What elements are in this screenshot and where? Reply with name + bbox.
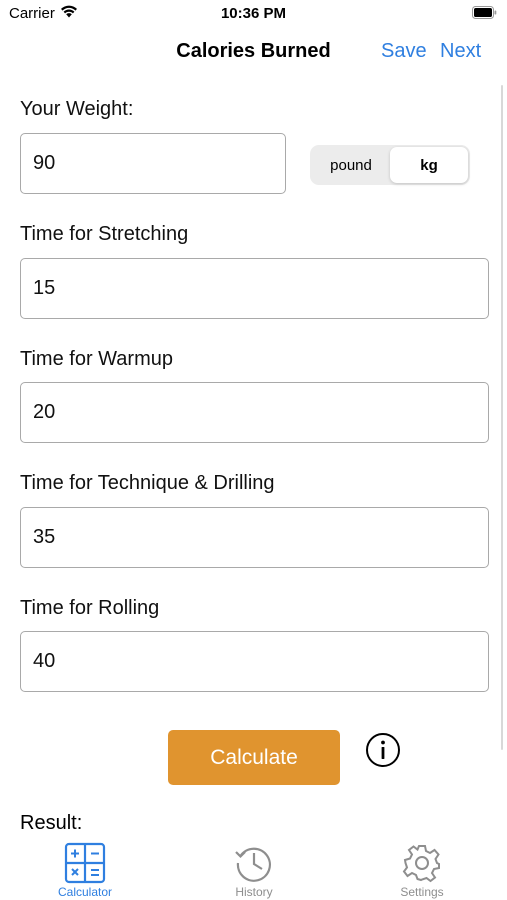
technique-drilling-time-input[interactable] bbox=[20, 507, 489, 568]
tab-history[interactable]: History bbox=[194, 838, 314, 900]
tab-calculator[interactable]: Calculator bbox=[25, 838, 145, 900]
unit-option-kg[interactable]: kg bbox=[390, 147, 468, 183]
weight-input[interactable] bbox=[20, 133, 286, 194]
scroll-indicator[interactable] bbox=[501, 85, 503, 750]
save-button[interactable]: Save bbox=[381, 40, 427, 63]
rolling-time-input[interactable] bbox=[20, 631, 489, 692]
settings-gear-icon bbox=[401, 842, 443, 884]
tab-bar: Calculator History Settings bbox=[0, 838, 507, 900]
tab-history-label: History bbox=[235, 885, 273, 899]
tab-settings-label: Settings bbox=[400, 885, 444, 899]
status-bar: Carrier 10:36 PM bbox=[0, 0, 507, 28]
status-time: 10:36 PM bbox=[220, 5, 287, 22]
next-button[interactable]: Next bbox=[440, 40, 481, 63]
technique-drilling-time-label: Time for Technique & Drilling bbox=[20, 472, 275, 494]
warmup-time-input[interactable] bbox=[20, 382, 489, 443]
stretching-time-label: Time for Stretching bbox=[20, 223, 189, 245]
calories-burned-screen: Carrier 10:36 PM Calories Burned Save Ne… bbox=[0, 0, 507, 900]
info-icon[interactable] bbox=[365, 732, 401, 768]
result-label: Result: bbox=[20, 812, 83, 834]
unit-segmented-control[interactable]: pound kg bbox=[310, 145, 470, 185]
stretching-time-input[interactable] bbox=[20, 258, 489, 319]
rolling-time-label: Time for Rolling bbox=[20, 597, 160, 619]
unit-option-pound[interactable]: pound bbox=[312, 147, 390, 183]
calculate-button[interactable]: Calculate bbox=[168, 730, 340, 785]
history-icon bbox=[233, 842, 275, 884]
weight-label: Your Weight: bbox=[20, 98, 134, 120]
tab-settings[interactable]: Settings bbox=[362, 838, 482, 900]
page-title: Calories Burned bbox=[176, 40, 331, 62]
tab-calculator-label: Calculator bbox=[57, 885, 113, 899]
warmup-time-label: Time for Warmup bbox=[20, 348, 173, 370]
battery-icon bbox=[472, 6, 497, 19]
calculator-icon bbox=[64, 842, 106, 884]
